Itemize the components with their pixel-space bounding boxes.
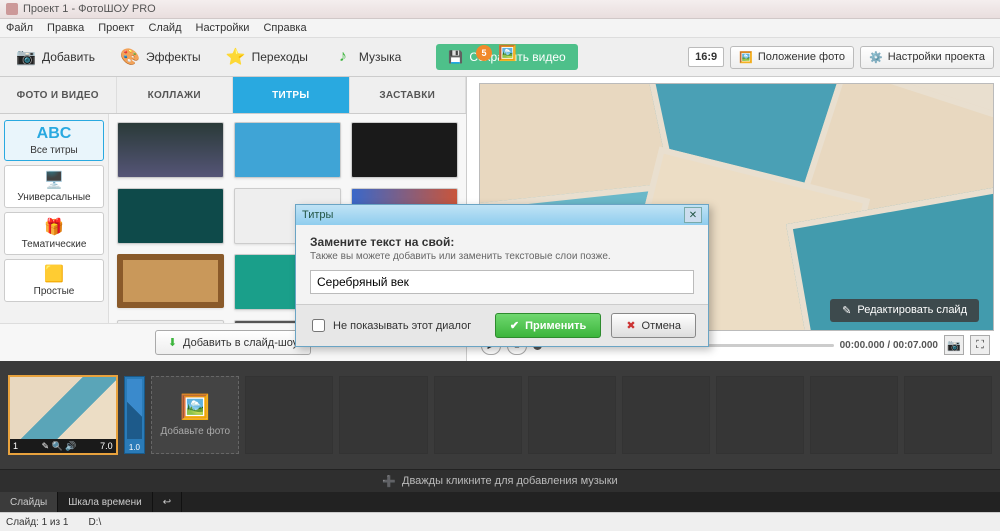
template-thumb[interactable] bbox=[117, 254, 224, 308]
timeline-slide[interactable]: 1 ✎ 🔍 🔊 7.0 bbox=[8, 375, 118, 455]
cat-all-titles[interactable]: ABCВсе титры bbox=[4, 120, 104, 161]
slide-index: 1 bbox=[13, 441, 18, 451]
photo-position-button[interactable]: 🖼️Положение фото bbox=[730, 46, 854, 69]
music-track[interactable]: ➕ Дважды кликните для добавления музыки bbox=[0, 469, 1000, 492]
cancel-icon: ✖ bbox=[626, 319, 635, 332]
plus-icon: ➕ bbox=[382, 475, 396, 488]
tab-collages[interactable]: КОЛЛАЖИ bbox=[117, 77, 234, 113]
effects-button[interactable]: 🎨Эффекты bbox=[110, 41, 210, 73]
btab-undo[interactable]: ↩ bbox=[153, 492, 182, 512]
image-icon: 🖼️ bbox=[739, 51, 753, 64]
note-icon: ♪ bbox=[332, 46, 354, 68]
save-icon: 💾 bbox=[448, 50, 463, 64]
transitions-button[interactable]: ⭐Переходы bbox=[216, 41, 317, 73]
dont-show-checkbox[interactable]: Не показывать этот диалог bbox=[308, 316, 471, 335]
titles-dialog: Титры ✕ Замените текст на свой: Также вы… bbox=[295, 204, 709, 347]
apply-button[interactable]: ✔Применить bbox=[495, 313, 601, 338]
menu-edit[interactable]: Правка bbox=[47, 22, 84, 34]
empty-slot[interactable] bbox=[716, 376, 804, 454]
abc-icon: ABC bbox=[37, 125, 72, 143]
dialog-title: Титры bbox=[302, 209, 333, 221]
cancel-button[interactable]: ✖Отмена bbox=[611, 313, 696, 338]
empty-slot[interactable] bbox=[528, 376, 616, 454]
square-icon: 🟨 bbox=[44, 264, 64, 284]
notification-area[interactable]: 5 🖼️ bbox=[476, 44, 517, 62]
category-sidebar: ABCВсе титры 🖥️Универсальные 🎁Тематическ… bbox=[0, 114, 109, 323]
aspect-ratio[interactable]: 16:9 bbox=[688, 47, 724, 67]
down-arrow-icon: ⬇ bbox=[168, 336, 177, 349]
music-button[interactable]: ♪Музыка bbox=[323, 41, 410, 73]
gear-icon: ⚙️ bbox=[869, 51, 883, 64]
content-tabs: ФОТО И ВИДЕО КОЛЛАЖИ ТИТРЫ ЗАСТАВКИ bbox=[0, 77, 466, 114]
titlebar: Проект 1 - ФотоШОУ PRO bbox=[0, 0, 1000, 19]
transition-duration: 1.0 bbox=[125, 443, 145, 452]
status-slide-count: Слайд: 1 из 1 bbox=[6, 517, 68, 528]
status-path: D:\ bbox=[88, 517, 101, 528]
add-to-slideshow-button[interactable]: ⬇Добавить в слайд-шоу bbox=[155, 330, 311, 355]
monitor-icon: 🖥️ bbox=[44, 170, 64, 190]
empty-slot[interactable] bbox=[904, 376, 992, 454]
cat-universal[interactable]: 🖥️Универсальные bbox=[4, 165, 104, 208]
title-text-input[interactable] bbox=[310, 270, 694, 294]
image-placeholder-icon: 🖼️ bbox=[180, 393, 210, 422]
cat-thematic[interactable]: 🎁Тематические bbox=[4, 212, 104, 255]
fullscreen-button[interactable]: ⛶ bbox=[970, 335, 990, 355]
star-icon: ⭐ bbox=[225, 46, 247, 68]
slide-duration: 7.0 bbox=[100, 441, 113, 451]
menubar: Файл Правка Проект Слайд Настройки Справ… bbox=[0, 19, 1000, 38]
dialog-subtext: Также вы можете добавить или заменить те… bbox=[310, 251, 694, 262]
empty-slot[interactable] bbox=[622, 376, 710, 454]
time-display: 00:00.000 / 00:07.000 bbox=[840, 340, 938, 351]
empty-slot[interactable] bbox=[434, 376, 522, 454]
template-thumb[interactable] bbox=[234, 122, 341, 178]
add-button[interactable]: 📷Добавить bbox=[6, 41, 104, 73]
menu-project[interactable]: Проект bbox=[98, 22, 134, 34]
edit-slide-button[interactable]: ✎Редактировать слайд bbox=[830, 299, 979, 322]
transition-thumb[interactable]: 1.0 bbox=[124, 376, 146, 454]
dialog-heading: Замените текст на свой: bbox=[310, 235, 694, 249]
project-settings-button[interactable]: ⚙️Настройки проекта bbox=[860, 46, 994, 69]
tab-titles[interactable]: ТИТРЫ bbox=[233, 77, 350, 113]
btab-timeline[interactable]: Шкала времени bbox=[58, 492, 152, 512]
btab-slides[interactable]: Слайды bbox=[0, 492, 58, 512]
snapshot-button[interactable]: 📷 bbox=[944, 335, 964, 355]
status-bar: Слайд: 1 из 1 D:\ bbox=[0, 512, 1000, 531]
tab-intros[interactable]: ЗАСТАВКИ bbox=[350, 77, 467, 113]
menu-settings[interactable]: Настройки bbox=[196, 22, 250, 34]
pencil-icon: ✎ bbox=[842, 304, 851, 317]
cat-simple[interactable]: 🟨Простые bbox=[4, 259, 104, 302]
timeline: 1 ✎ 🔍 🔊 7.0 1.0 🖼️ Добавьте фото bbox=[0, 361, 1000, 469]
template-thumb[interactable] bbox=[117, 122, 224, 178]
template-thumb[interactable] bbox=[351, 122, 458, 178]
check-icon: ✔ bbox=[510, 319, 519, 332]
add-photo-slot[interactable]: 🖼️ Добавьте фото bbox=[151, 376, 239, 454]
menu-slide[interactable]: Слайд bbox=[148, 22, 181, 34]
empty-slot[interactable] bbox=[810, 376, 898, 454]
dialog-titlebar[interactable]: Титры ✕ bbox=[296, 205, 708, 225]
app-logo-icon bbox=[6, 3, 18, 15]
menu-help[interactable]: Справка bbox=[263, 22, 306, 34]
bottom-tabs: Слайды Шкала времени ↩ bbox=[0, 492, 1000, 512]
empty-slot[interactable] bbox=[245, 376, 333, 454]
camera-icon: 📷 bbox=[15, 46, 37, 68]
template-thumb[interactable] bbox=[117, 188, 224, 244]
gallery-icon[interactable]: 🖼️ bbox=[498, 44, 517, 62]
window-title: Проект 1 - ФотоШОУ PRO bbox=[23, 3, 156, 15]
gift-icon: 🎁 bbox=[44, 217, 64, 237]
menu-file[interactable]: Файл bbox=[6, 22, 33, 34]
dont-show-check[interactable] bbox=[312, 319, 325, 332]
palette-icon: 🎨 bbox=[119, 46, 141, 68]
dialog-close-button[interactable]: ✕ bbox=[684, 207, 702, 223]
main-toolbar: 📷Добавить 🎨Эффекты ⭐Переходы ♪Музыка 💾Со… bbox=[0, 38, 1000, 77]
template-thumb[interactable] bbox=[117, 320, 224, 323]
empty-slot[interactable] bbox=[339, 376, 427, 454]
notification-badge[interactable]: 5 bbox=[476, 45, 492, 61]
tab-photo-video[interactable]: ФОТО И ВИДЕО bbox=[0, 77, 117, 113]
